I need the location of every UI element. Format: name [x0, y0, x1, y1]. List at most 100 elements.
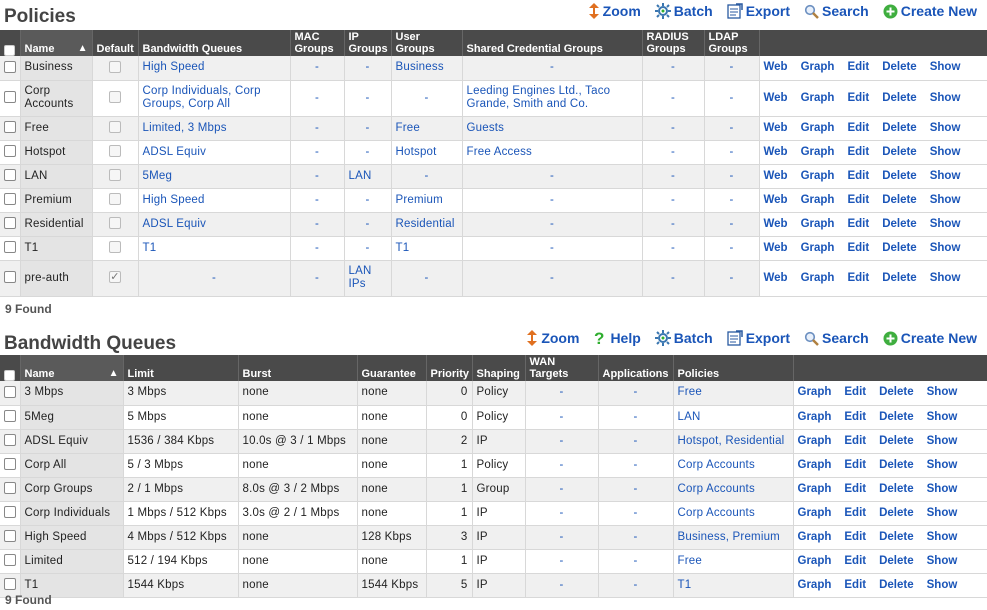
col-user-groups-header[interactable]: User Groups — [391, 30, 463, 56]
show-link[interactable]: Show — [927, 579, 958, 591]
row-select-checkbox[interactable] — [0, 164, 21, 189]
help-button[interactable]: ? Help — [593, 330, 640, 346]
user-groups-link[interactable]: Free — [391, 116, 463, 141]
bandwidth-queues-link[interactable]: - — [138, 260, 291, 297]
col-name-header[interactable]: Name ▲ — [20, 355, 124, 381]
row-select-checkbox[interactable] — [0, 405, 21, 430]
web-link[interactable]: Web — [764, 146, 788, 158]
show-link[interactable]: Show — [930, 61, 961, 73]
delete-link[interactable]: Delete — [882, 194, 917, 206]
user-groups-link[interactable]: Premium — [391, 188, 463, 213]
bandwidth-queues-link[interactable]: High Speed — [138, 56, 291, 81]
edit-link[interactable]: Edit — [847, 122, 869, 134]
batch-button[interactable]: Batch — [654, 3, 713, 19]
delete-link[interactable]: Delete — [882, 170, 917, 182]
bandwidth-queues-link[interactable]: ADSL Equiv — [138, 212, 291, 237]
row-select-checkbox[interactable] — [0, 140, 21, 165]
delete-link[interactable]: Delete — [882, 61, 917, 73]
row-select-checkbox[interactable] — [0, 116, 21, 141]
edit-link[interactable]: Edit — [847, 194, 869, 206]
delete-link[interactable]: Delete — [882, 218, 917, 230]
graph-link[interactable]: Graph — [798, 531, 832, 543]
policies-link[interactable]: Corp Accounts — [673, 501, 794, 526]
edit-link[interactable]: Edit — [844, 386, 866, 398]
col-policies-header[interactable]: Policies — [673, 355, 794, 381]
row-select-checkbox[interactable] — [0, 188, 21, 213]
policies-link[interactable]: T1 — [673, 573, 794, 598]
col-ldap-groups-header[interactable]: LDAP Groups — [704, 30, 760, 56]
delete-link[interactable]: Delete — [879, 459, 914, 471]
graph-link[interactable]: Graph — [798, 459, 832, 471]
zoom-button[interactable]: Zoom — [526, 330, 579, 346]
shared-credential-groups-link[interactable]: Guests — [462, 116, 643, 141]
create-new-button[interactable]: Create New — [883, 330, 977, 346]
batch-button[interactable]: Batch — [654, 330, 713, 346]
edit-link[interactable]: Edit — [844, 483, 866, 495]
delete-link[interactable]: Delete — [882, 146, 917, 158]
graph-link[interactable]: Graph — [798, 555, 832, 567]
web-link[interactable]: Web — [764, 92, 788, 104]
ip-groups-link[interactable]: LAN — [344, 164, 392, 189]
delete-link[interactable]: Delete — [879, 435, 914, 447]
user-groups-link[interactable]: T1 — [391, 236, 463, 261]
show-link[interactable]: Show — [927, 483, 958, 495]
col-default-header[interactable]: Default — [92, 30, 139, 56]
delete-link[interactable]: Delete — [879, 386, 914, 398]
delete-link[interactable]: Delete — [879, 483, 914, 495]
edit-link[interactable]: Edit — [844, 507, 866, 519]
export-button[interactable]: Export — [727, 330, 790, 346]
export-button[interactable]: Export — [727, 3, 790, 19]
delete-link[interactable]: Delete — [882, 122, 917, 134]
edit-link[interactable]: Edit — [847, 218, 869, 230]
row-select-checkbox[interactable] — [0, 260, 21, 297]
row-select-checkbox[interactable] — [0, 501, 21, 526]
edit-link[interactable]: Edit — [847, 170, 869, 182]
policies-link[interactable]: Business, Premium — [673, 525, 794, 550]
graph-link[interactable]: Graph — [798, 435, 832, 447]
web-link[interactable]: Web — [764, 218, 788, 230]
graph-link[interactable]: Graph — [801, 122, 835, 134]
web-link[interactable]: Web — [764, 170, 788, 182]
col-limit-header[interactable]: Limit — [123, 355, 239, 381]
col-shared-credential-groups-header[interactable]: Shared Credential Groups — [462, 30, 643, 56]
policies-link[interactable]: Free — [673, 549, 794, 574]
show-link[interactable]: Show — [927, 531, 958, 543]
col-radius-groups-header[interactable]: RADIUS Groups — [642, 30, 705, 56]
col-bandwidth-queues-header[interactable]: Bandwidth Queues — [138, 30, 291, 56]
policies-link[interactable]: LAN — [673, 405, 794, 430]
show-link[interactable]: Show — [930, 122, 961, 134]
show-link[interactable]: Show — [927, 555, 958, 567]
show-link[interactable]: Show — [927, 386, 958, 398]
create-new-button[interactable]: Create New — [883, 3, 977, 19]
delete-link[interactable]: Delete — [882, 242, 917, 254]
show-link[interactable]: Show — [930, 218, 961, 230]
show-link[interactable]: Show — [930, 170, 961, 182]
web-link[interactable]: Web — [764, 242, 788, 254]
edit-link[interactable]: Edit — [844, 411, 866, 423]
delete-link[interactable]: Delete — [879, 579, 914, 591]
col-applications-header[interactable]: Applications — [598, 355, 674, 381]
col-priority-header[interactable]: Priority — [426, 355, 473, 381]
graph-link[interactable]: Graph — [801, 272, 835, 284]
ip-groups-link[interactable]: LAN IPs — [344, 260, 392, 297]
delete-link[interactable]: Delete — [882, 92, 917, 104]
shared-credential-groups-link[interactable]: Leeding Engines Ltd., Taco Grande, Smith… — [462, 80, 643, 117]
graph-link[interactable]: Graph — [798, 579, 832, 591]
show-link[interactable]: Show — [927, 459, 958, 471]
edit-link[interactable]: Edit — [844, 531, 866, 543]
delete-link[interactable]: Delete — [879, 411, 914, 423]
shared-credential-groups-link[interactable]: Free Access — [462, 140, 643, 165]
row-select-checkbox[interactable] — [0, 429, 21, 454]
bandwidth-queues-link[interactable]: Corp Individuals, Corp Groups, Corp All — [138, 80, 291, 117]
search-button[interactable]: Search — [804, 3, 869, 19]
graph-link[interactable]: Graph — [798, 483, 832, 495]
show-link[interactable]: Show — [927, 507, 958, 519]
bandwidth-queues-link[interactable]: High Speed — [138, 188, 291, 213]
show-link[interactable]: Show — [930, 146, 961, 158]
policies-link[interactable]: Hotspot, Residential — [673, 429, 794, 454]
graph-link[interactable]: Graph — [801, 218, 835, 230]
bandwidth-queues-link[interactable]: ADSL Equiv — [138, 140, 291, 165]
policies-link[interactable]: Free — [673, 381, 794, 406]
edit-link[interactable]: Edit — [847, 146, 869, 158]
graph-link[interactable]: Graph — [801, 170, 835, 182]
